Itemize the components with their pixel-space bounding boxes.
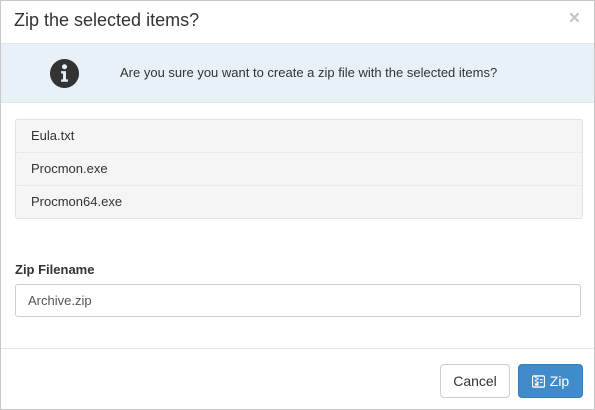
alert-message: Are you sure you want to create a zip fi… (120, 65, 498, 80)
dialog-header: Zip the selected items? × (1, 1, 594, 44)
confirmation-alert: Are you sure you want to create a zip fi… (1, 44, 594, 103)
close-button[interactable]: × (569, 9, 580, 28)
list-item: Procmon.exe (16, 152, 582, 185)
zip-filename-label: Zip Filename (15, 262, 95, 277)
zip-button[interactable]: Zip (518, 364, 583, 398)
dialog-footer: Cancel Zip (1, 348, 594, 410)
zip-dialog: Zip the selected items? × Are you sure y… (0, 0, 595, 410)
selected-files-list: Eula.txt Procmon.exe Procmon64.exe (15, 119, 583, 219)
dialog-title: Zip the selected items? (14, 10, 200, 30)
zip-filename-input[interactable] (15, 284, 581, 317)
archive-icon (531, 374, 545, 388)
cancel-button[interactable]: Cancel (440, 364, 510, 398)
info-icon (49, 58, 80, 89)
zip-button-label: Zip (549, 373, 570, 389)
cancel-button-label: Cancel (453, 373, 497, 389)
list-item: Eula.txt (31, 128, 75, 143)
list-item: Procmon64.exe (16, 185, 582, 218)
